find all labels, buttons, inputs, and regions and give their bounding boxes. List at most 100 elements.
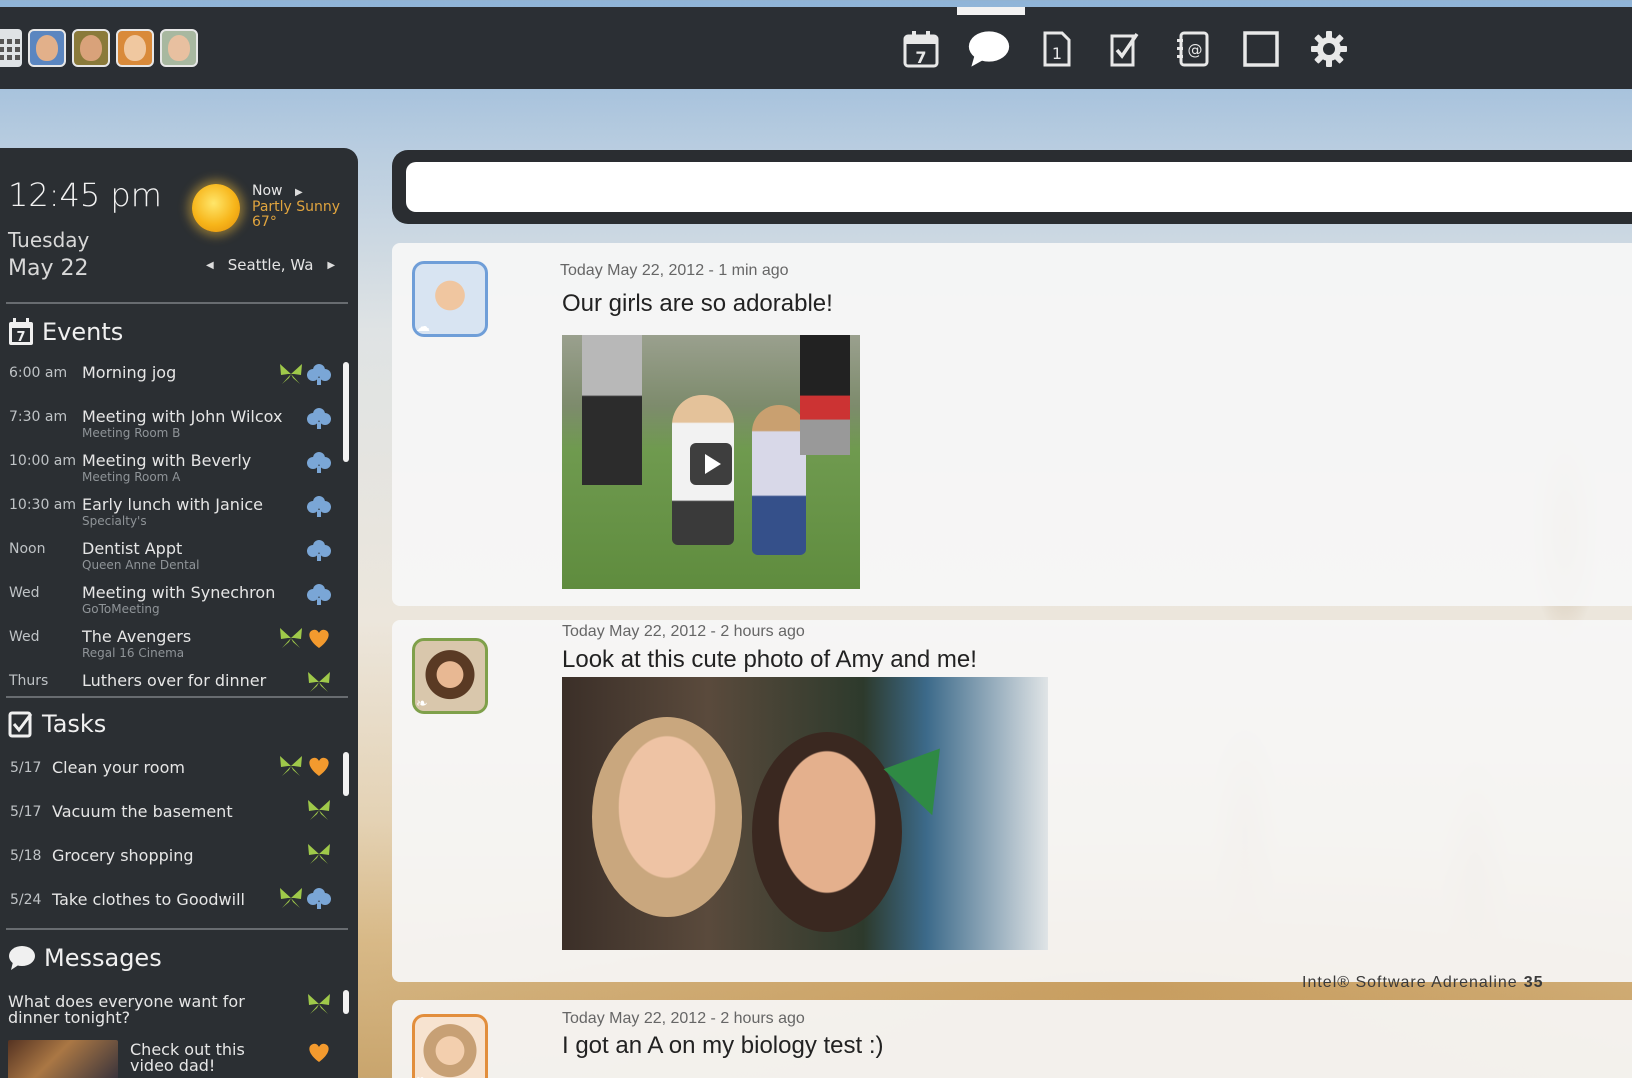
calendar-mini-icon[interactable] <box>0 29 22 67</box>
events-scrollbar[interactable] <box>343 362 349 462</box>
main-nav: 7 1 @ <box>900 27 1350 71</box>
task-date: 5/24 <box>10 892 42 908</box>
note-number: 1 <box>1052 44 1062 63</box>
note-icon[interactable]: 1 <box>1036 27 1078 71</box>
event-item[interactable]: 10:30 am Early lunch with Janice Specialty… <box>0 492 340 536</box>
event-item[interactable]: 6:00 am Morning jog <box>0 360 340 404</box>
feed-post: ♥ Today May 22, 2012 - 2 hours ago I got… <box>392 1000 1632 1078</box>
task-title: Vacuum the basement <box>52 802 233 821</box>
post-author-avatar[interactable]: ☁ <box>412 261 488 337</box>
clock-time: 12:45 pm <box>8 176 162 214</box>
event-title: Meeting with Synechron <box>82 583 276 602</box>
child-figure <box>752 405 806 555</box>
weekday: Tuesday <box>8 228 90 252</box>
task-item[interactable]: 5/18 Grocery shopping <box>0 840 340 884</box>
weather-info[interactable]: Now ▶ Partly Sunny 67° <box>252 184 340 230</box>
messages-scrollbar[interactable] <box>343 990 349 1014</box>
event-time: Wed <box>9 585 40 601</box>
event-title: Dentist Appt <box>82 539 183 558</box>
family-avatar-4[interactable] <box>160 29 198 67</box>
task-title: Grocery shopping <box>52 846 194 865</box>
search-input[interactable] <box>406 162 1632 212</box>
face-icon <box>168 35 190 61</box>
checklist-icon[interactable] <box>1104 27 1146 71</box>
person-legs <box>582 335 642 485</box>
cloud-icon <box>307 408 331 429</box>
cloud-icon: ☁ <box>416 318 430 334</box>
event-time: Noon <box>9 541 46 557</box>
person-face <box>752 732 902 932</box>
search-bar-frame <box>392 150 1632 224</box>
event-time: Wed <box>9 629 40 645</box>
tag-icons <box>306 798 332 822</box>
frame-icon[interactable] <box>1240 27 1282 71</box>
event-item[interactable]: Wed The Avengers Regal 16 Cinema <box>0 624 340 668</box>
post-author-avatar[interactable]: ♥ <box>412 1014 488 1078</box>
event-location: Regal 16 Cinema <box>82 646 185 660</box>
event-location: Meeting Room A <box>82 470 181 484</box>
contacts-icon[interactable]: @ <box>1172 27 1214 71</box>
event-title: Morning jog <box>82 363 177 382</box>
post-author-avatar[interactable]: ❧ <box>412 638 488 714</box>
feed-post: ☁ Today May 22, 2012 - 1 min ago Our gir… <box>392 243 1632 606</box>
prev-location-arrow-icon[interactable]: ◀ <box>206 260 214 271</box>
task-item[interactable]: 5/17 Clean your room <box>0 752 340 796</box>
sun-icon <box>192 184 240 232</box>
task-item[interactable]: 5/17 Vacuum the basement <box>0 796 340 840</box>
next-location-arrow-icon[interactable]: ▶ <box>327 260 335 271</box>
weather-temperature: 67° <box>252 214 277 230</box>
play-arrow-icon[interactable]: ▶ <box>295 187 303 198</box>
event-title: The Avengers <box>82 627 192 646</box>
event-title: Luthers over for dinner <box>82 671 267 690</box>
gear-icon[interactable] <box>1308 27 1350 71</box>
post-timestamp: Today May 22, 2012 - 2 hours ago <box>562 1010 805 1027</box>
heart-icon: ♥ <box>416 1072 424 1078</box>
event-time: 10:00 am <box>9 453 77 469</box>
event-item[interactable]: 7:30 am Meeting with John Wilcox Meeting R… <box>0 404 340 448</box>
post-timestamp: Today May 22, 2012 - 1 min ago <box>560 262 789 279</box>
event-item[interactable]: 10:00 am Meeting with Beverly Meeting Room… <box>0 448 340 492</box>
person-legs <box>800 335 850 455</box>
event-time: 10:30 am <box>9 497 77 513</box>
event-item[interactable]: Noon Dentist Appt Queen Anne Dental <box>0 536 340 580</box>
page-number: 35 <box>1523 974 1544 991</box>
family-avatar-2[interactable] <box>72 29 110 67</box>
butterfly-icon <box>280 628 302 648</box>
event-location: Meeting Room B <box>82 426 181 440</box>
tag-icons <box>306 538 332 562</box>
cloud-icon <box>307 540 331 561</box>
event-location: Specialty's <box>82 514 147 528</box>
event-time: 6:00 am <box>9 365 68 381</box>
face-icon <box>124 35 146 61</box>
post-title: Look at this cute photo of Amy and me! <box>562 646 977 673</box>
family-avatar-strip <box>0 29 198 67</box>
play-button-icon[interactable] <box>690 443 732 485</box>
publication-name: Intel® Software Adrenaline <box>1302 974 1518 991</box>
feed-post: ❧ Today May 22, 2012 - 2 hours ago Look … <box>392 620 1632 982</box>
family-avatar-1[interactable] <box>28 29 66 67</box>
face-icon <box>80 35 102 61</box>
top-bar: 7 1 @ <box>0 7 1632 89</box>
events-list: 6:00 am Morning jog 7:30 am Meeting with Jo… <box>0 360 340 712</box>
calendar-icon[interactable]: 7 <box>900 27 942 71</box>
butterfly-icon <box>280 364 302 384</box>
dashboard-panel: 12:45 pm Tuesday May 22 Now ▶ Partly Sun… <box>0 148 358 1078</box>
tag-icons <box>306 450 332 474</box>
tag-icons <box>278 626 332 650</box>
event-location: Queen Anne Dental <box>82 558 200 572</box>
post-video[interactable] <box>562 335 860 589</box>
event-item[interactable]: Thurs Luthers over for dinner <box>0 668 340 712</box>
family-avatar-3[interactable] <box>116 29 154 67</box>
event-item[interactable]: Wed Meeting with Synechron GoToMeeting <box>0 580 340 624</box>
tag-icons <box>306 670 332 694</box>
heart-icon <box>309 1043 329 1062</box>
active-tab-indicator <box>957 7 1025 15</box>
task-item[interactable]: 5/24 Take clothes to Goodwill <box>0 884 340 928</box>
current-date: May 22 <box>8 256 89 281</box>
svg-text:7: 7 <box>16 330 25 345</box>
tag-icons <box>306 406 332 430</box>
tag-icons <box>306 842 332 866</box>
chat-bubble-icon[interactable] <box>968 27 1010 71</box>
tasks-scrollbar[interactable] <box>343 752 349 796</box>
post-photo[interactable] <box>562 677 1048 950</box>
